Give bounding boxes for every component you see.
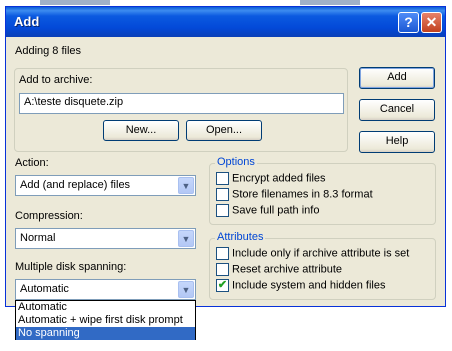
- options-group-title: Options: [215, 156, 257, 168]
- chevron-down-icon[interactable]: ▼: [178, 177, 194, 194]
- system-hidden-label: Include system and hidden files: [232, 279, 386, 292]
- system-hidden-checkbox[interactable]: ✔: [216, 279, 229, 292]
- disk-spanning-dropdown[interactable]: Automatic ▼: [15, 279, 196, 300]
- store-83-checkbox[interactable]: [216, 188, 229, 201]
- background-strip: [300, 0, 360, 5]
- question-icon: ?: [404, 14, 413, 30]
- reset-attribute-checkbox[interactable]: [216, 263, 229, 276]
- dropdown-option-automatic-wipe[interactable]: Automatic + wipe first disk prompt: [16, 314, 195, 327]
- checkmark-icon: ✔: [217, 279, 228, 291]
- add-button[interactable]: Add: [359, 67, 435, 89]
- disk-spanning-value: Automatic: [20, 283, 69, 295]
- compression-dropdown[interactable]: Normal ▼: [15, 228, 196, 249]
- close-button[interactable]: ✕: [421, 12, 442, 33]
- help-title-button[interactable]: ?: [398, 12, 419, 33]
- add-dialog: Add ? ✕ Adding 8 files Add to archive: A…: [5, 6, 446, 307]
- system-hidden-option[interactable]: ✔ Include system and hidden files: [216, 279, 385, 292]
- add-to-archive-label: Add to archive:: [19, 74, 93, 86]
- action-label: Action:: [15, 157, 49, 169]
- store-83-label: Store filenames in 8.3 format: [232, 188, 373, 201]
- encrypt-files-label: Encrypt added files: [232, 172, 326, 185]
- encrypt-files-checkbox[interactable]: [216, 172, 229, 185]
- action-value: Add (and replace) files: [20, 179, 131, 191]
- action-dropdown[interactable]: Add (and replace) files ▼: [15, 175, 196, 196]
- help-button[interactable]: Help: [359, 131, 435, 153]
- title-bar[interactable]: Add ? ✕: [6, 7, 445, 37]
- reset-attribute-option[interactable]: Reset archive attribute: [216, 263, 342, 276]
- save-full-path-label: Save full path info: [232, 204, 320, 217]
- dropdown-option-automatic[interactable]: Automatic: [16, 301, 195, 314]
- cancel-button[interactable]: Cancel: [359, 99, 435, 121]
- compression-value: Normal: [20, 232, 56, 244]
- disk-spanning-options-list[interactable]: Automatic Automatic + wipe first disk pr…: [15, 300, 196, 340]
- chevron-down-icon[interactable]: ▼: [178, 281, 194, 298]
- close-icon: ✕: [425, 14, 438, 30]
- new-button[interactable]: New...: [103, 120, 179, 141]
- background-strip: [40, 0, 110, 5]
- attributes-group-title: Attributes: [215, 231, 266, 243]
- compression-label: Compression:: [15, 210, 83, 222]
- dialog-title: Add: [14, 14, 40, 29]
- archive-attribute-checkbox[interactable]: [216, 247, 229, 260]
- archive-attribute-label: Include only if archive attribute is set: [232, 247, 410, 260]
- dropdown-option-no-spanning[interactable]: No spanning: [16, 327, 195, 340]
- archive-path-input[interactable]: A:\teste disquete.zip: [19, 93, 344, 114]
- encrypt-files-option[interactable]: Encrypt added files: [216, 172, 326, 185]
- store-83-option[interactable]: Store filenames in 8.3 format: [216, 188, 373, 201]
- status-text: Adding 8 files: [15, 45, 82, 57]
- reset-attribute-label: Reset archive attribute: [232, 263, 343, 276]
- chevron-down-icon[interactable]: ▼: [178, 230, 194, 247]
- archive-attribute-option[interactable]: Include only if archive attribute is set: [216, 247, 409, 260]
- disk-spanning-label: Multiple disk spanning:: [15, 261, 127, 273]
- save-full-path-option[interactable]: Save full path info: [216, 204, 319, 217]
- open-button[interactable]: Open...: [186, 120, 262, 141]
- save-full-path-checkbox[interactable]: [216, 204, 229, 217]
